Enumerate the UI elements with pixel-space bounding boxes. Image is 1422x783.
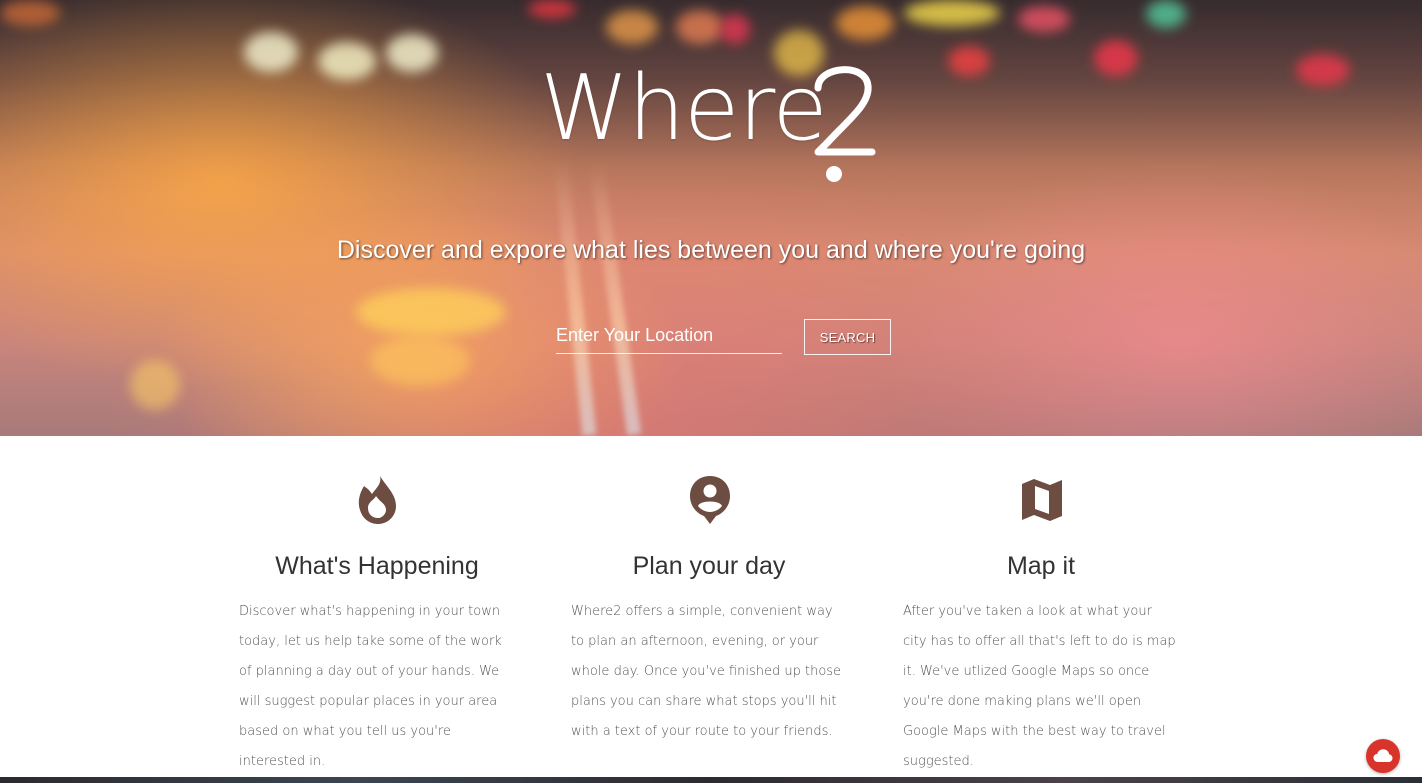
- hero-section: Where Discover and expore what lies betw…: [0, 0, 1422, 436]
- feature-title: Plan your day: [632, 552, 786, 580]
- footer-image-strip: [0, 777, 1422, 783]
- feature-description: Discover what's happening in your town t…: [239, 604, 502, 769]
- logo-text: Where: [540, 56, 828, 161]
- cloud-fab-button[interactable]: [1366, 739, 1400, 773]
- flame-icon: [358, 476, 396, 524]
- features-section: What's Happening Discover what's happeni…: [0, 436, 1422, 783]
- logo-question-two-mark: [814, 66, 876, 182]
- person-pin-icon: [690, 476, 730, 524]
- feature-title: Map it: [1006, 552, 1076, 580]
- feature-description: After you've taken a look at what your c…: [903, 604, 1176, 769]
- search-button[interactable]: SEARCH: [804, 319, 891, 355]
- feature-description: Where2 offers a simple, convenient way t…: [571, 604, 842, 739]
- cloud-icon: [1373, 749, 1393, 762]
- map-icon: [1022, 479, 1062, 521]
- feature-title: What's Happening: [275, 552, 479, 580]
- location-input[interactable]: [556, 318, 782, 354]
- hero-tagline: Discover and expore what lies between yo…: [336, 236, 1086, 264]
